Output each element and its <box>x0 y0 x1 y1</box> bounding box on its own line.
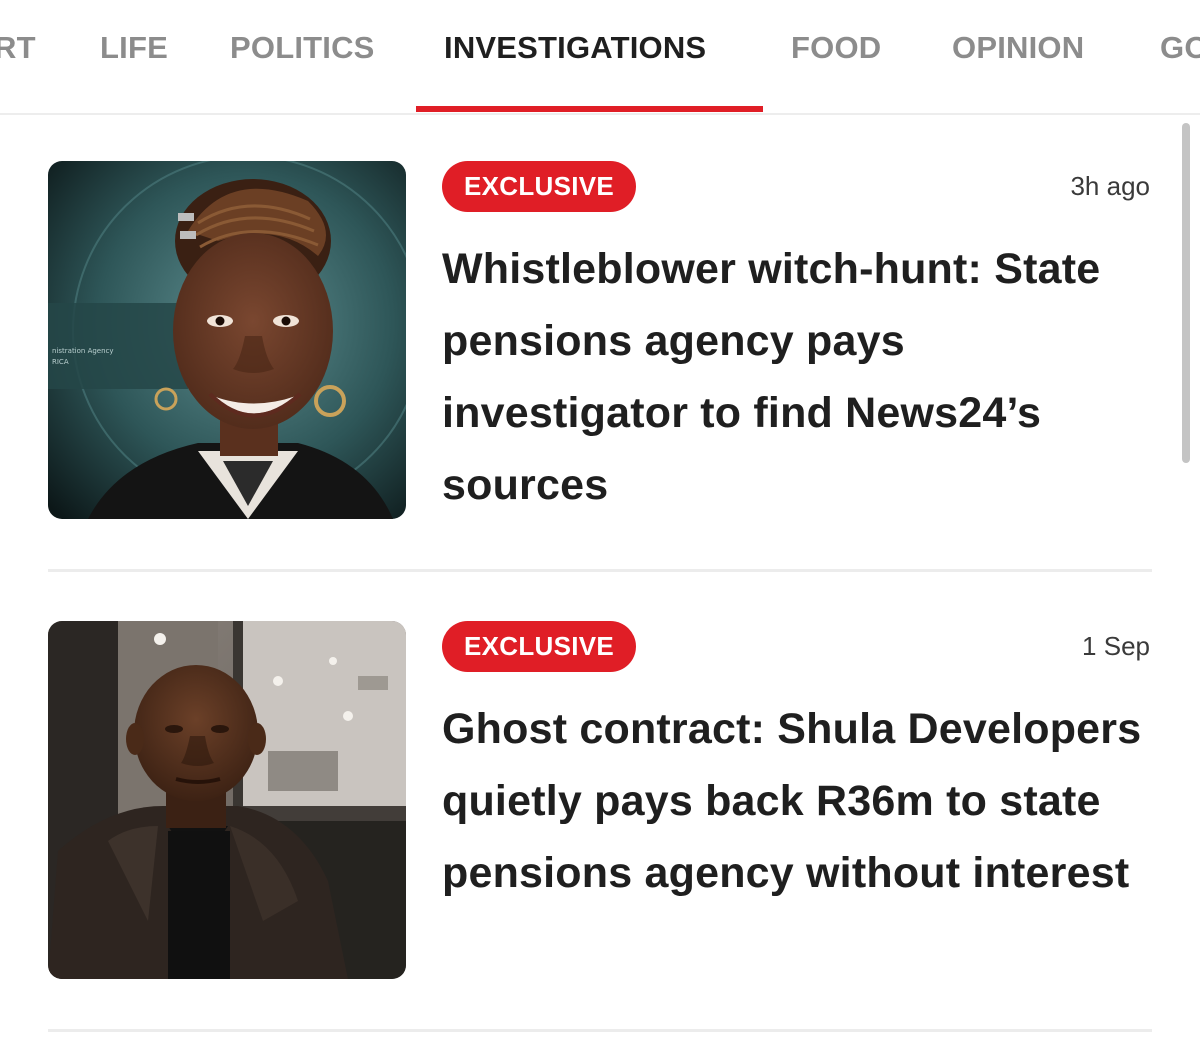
article-thumbnail[interactable]: nistration Agency RICA <box>48 161 406 519</box>
nav-tab-opinion[interactable]: OPINION <box>952 28 1084 68</box>
image-caption-line-2: RICA <box>52 358 69 366</box>
exclusive-badge: EXCLUSIVE <box>442 161 637 212</box>
article-card[interactable]: EXCLUSIVE 1 Sep Ghost contract: Shula De… <box>48 621 1152 981</box>
portrait-man-image <box>48 621 406 979</box>
nav-tab-politics[interactable]: POLITICS <box>230 28 375 68</box>
article-headline[interactable]: Whistleblower witch-hunt: State pensions… <box>442 233 1158 521</box>
article-timestamp: 3h ago <box>1070 171 1150 201</box>
category-nav: RT LIFE POLITICS INVESTIGATIONS FOOD OPI… <box>0 0 1200 115</box>
nav-tab-food[interactable]: FOOD <box>791 28 881 68</box>
news-feed-page: RT LIFE POLITICS INVESTIGATIONS FOOD OPI… <box>0 0 1200 1047</box>
nav-tab-life[interactable]: LIFE <box>100 28 168 68</box>
nav-tab-sport[interactable]: RT <box>0 28 36 68</box>
article-headline[interactable]: Ghost contract: Shula Developers quietly… <box>442 693 1158 909</box>
article-card[interactable]: nistration Agency RICA EXCLUSIVE 3h ago … <box>48 161 1152 521</box>
article-timestamp: 1 Sep <box>1082 631 1150 661</box>
nav-tab-investigations[interactable]: INVESTIGATIONS <box>444 28 706 68</box>
portrait-woman-image: nistration Agency RICA <box>48 161 406 519</box>
nav-tab-go[interactable]: GO <box>1160 28 1200 68</box>
image-caption-line-1: nistration Agency <box>52 347 114 355</box>
article-thumbnail[interactable] <box>48 621 406 979</box>
article-divider <box>48 1029 1152 1032</box>
active-tab-indicator <box>416 106 763 112</box>
article-divider <box>48 569 1152 572</box>
vertical-scrollbar[interactable] <box>1182 123 1190 463</box>
exclusive-badge: EXCLUSIVE <box>442 621 637 672</box>
